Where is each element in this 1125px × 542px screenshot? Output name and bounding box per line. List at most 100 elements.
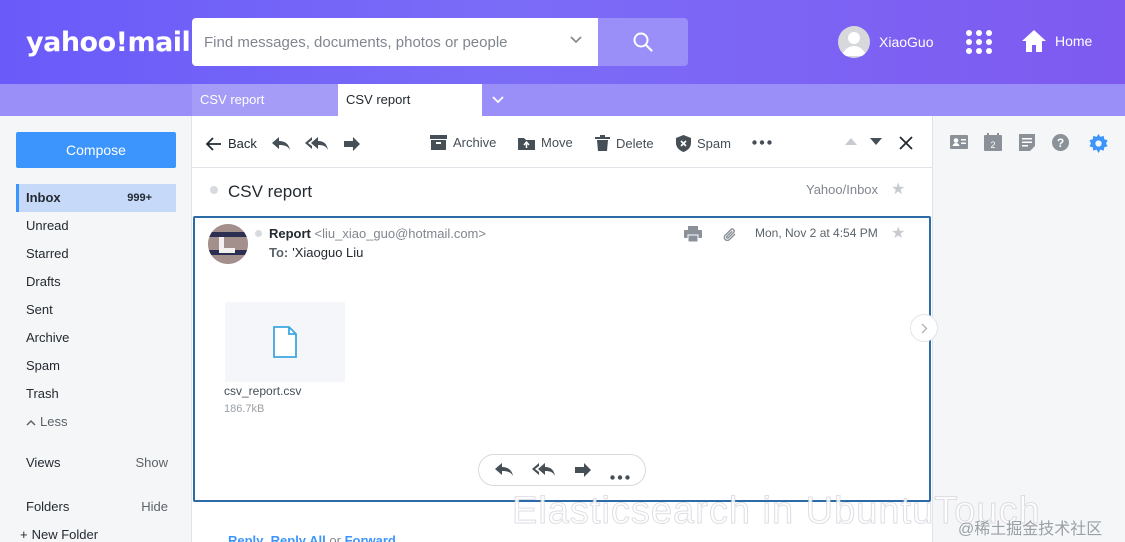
views-show-toggle[interactable]: Show [135,455,168,470]
reply-all-button[interactable] [305,137,335,151]
sidebar-item-starred[interactable]: Starred [16,240,176,268]
folders-hide-toggle[interactable]: Hide [141,499,168,514]
archive-button[interactable]: Archive [430,135,496,150]
sidebar-item-inbox[interactable]: Inbox 999+ [16,184,176,212]
home-label: Home [1055,33,1093,49]
search-box [192,18,598,66]
attachment-name[interactable]: csv_report.csv [224,384,301,398]
more-actions-button[interactable] [752,140,778,145]
sidebar-item-unread[interactable]: Unread [16,212,176,240]
search-options-chevron-down-icon[interactable] [570,33,582,47]
caret-down-icon [870,138,882,145]
pill-more-dots-icon[interactable] [610,468,630,483]
message-date: Mon, Nov 2 at 4:54 PM [755,226,878,240]
next-attachment-chevron-right-icon[interactable] [910,314,938,342]
pill-reply-all-icon[interactable] [532,463,556,480]
sidebar: Compose Inbox 999+ Unread Starred Drafts… [0,116,192,542]
print-icon[interactable] [684,226,702,245]
settings-gear-icon[interactable] [1089,134,1108,156]
yahoo-mail-logo[interactable]: yahoo!mail [26,27,191,58]
move-folder-icon [518,138,535,150]
apps-grid-icon[interactable] [966,30,992,54]
quick-reply-link[interactable]: Reply [228,533,263,542]
less-label: Less [40,414,68,429]
message-actions-pill [478,454,646,486]
close-message-button[interactable] [899,136,919,150]
spam-button[interactable]: Spam [676,135,731,152]
sidebar-item-spam[interactable]: Spam [16,352,176,380]
quick-forward-link[interactable]: Forward [345,533,396,542]
user-menu[interactable]: XiaoGuo [838,26,933,58]
unread-indicator-dot[interactable] [210,186,218,194]
svg-text:?: ? [1057,136,1064,150]
new-folder-button[interactable]: + New Folder [20,527,162,542]
next-message-button[interactable] [870,138,888,146]
search-button[interactable] [598,18,688,66]
watermark-site-text: @稀土掘金技术社区 [958,521,1103,538]
more-dots-icon [752,140,772,145]
sender-email: <liu_xiao_guo@hotmail.com> [314,226,486,241]
user-name: XiaoGuo [879,34,934,50]
message-folder-path: Yahoo/Inbox [806,182,879,197]
home-icon [1022,30,1046,52]
recipient-name[interactable]: 'Xiaoguo Liu [292,245,363,260]
quick-reply-links: Reply, Reply All or Forward [228,533,396,542]
calendar-icon[interactable]: 2 [984,133,1002,154]
pill-reply-icon[interactable] [494,463,514,480]
star-icon[interactable]: ★ [891,179,905,199]
tab-csv-report-1[interactable]: CSV report [192,84,338,116]
quick-reply-all-link[interactable]: Reply All [271,533,326,542]
delete-label: Delete [616,135,654,151]
views-label: Views [26,455,61,470]
sidebar-item-trash[interactable]: Trash [16,380,176,408]
sidebar-item-sent[interactable]: Sent [16,296,176,324]
back-label: Back [228,136,257,151]
search-input[interactable] [192,18,562,66]
sidebar-item-drafts[interactable]: Drafts [16,268,176,296]
back-button[interactable]: Back [206,136,257,151]
home-link[interactable]: Home [1021,28,1092,54]
plus-icon: + [20,527,28,542]
search-icon [633,32,653,52]
message-star-icon[interactable]: ★ [891,223,905,243]
close-icon [899,136,913,150]
archive-label: Archive [453,135,497,150]
notepad-icon[interactable] [1019,134,1035,154]
pill-forward-icon[interactable] [574,463,592,480]
help-icon[interactable]: ? [1052,134,1069,154]
spam-label: Spam [697,136,731,151]
forward-button[interactable] [343,137,367,151]
tab-csv-report-2-active[interactable]: CSV report [338,84,482,116]
arrow-left-icon [206,136,221,151]
reply-icon [272,137,290,150]
sidebar-folders-section: Folders Hide [26,499,168,514]
file-icon [273,326,297,358]
sidebar-item-archive[interactable]: Archive [16,324,176,352]
trash-icon [595,135,610,151]
contacts-icon[interactable] [950,134,968,153]
tab-strip [0,84,1125,116]
to-label: To: [269,245,289,260]
attachment-size: 186.7kB [224,403,265,415]
new-folder-label: New Folder [31,527,99,542]
compose-button[interactable]: Compose [16,132,176,168]
folders-label: Folders [26,499,70,514]
recipient-line: To: 'Xiaoguo Liu [269,245,363,260]
chevron-up-icon [26,419,36,426]
sidebar-less-toggle[interactable]: Less [26,414,168,429]
sidebar-views-section: Views Show [26,455,168,470]
move-button[interactable]: Move [518,135,573,150]
attachment-tile[interactable] [225,302,345,382]
paperclip-icon[interactable] [722,227,737,245]
reply-button[interactable] [271,137,297,151]
previous-message-button[interactable] [845,138,863,146]
delete-button[interactable]: Delete [595,135,654,151]
sender-info[interactable]: Report <liu_xiao_guo@hotmail.com> [269,226,486,241]
move-label: Move [541,135,573,150]
user-avatar-icon [838,26,870,58]
sidebar-item-label: Inbox [26,190,61,205]
tabs-chevron-down-icon[interactable] [482,84,514,116]
sender-read-status-dot[interactable] [255,230,262,237]
caret-up-icon [845,138,857,145]
svg-text:2: 2 [990,140,995,150]
